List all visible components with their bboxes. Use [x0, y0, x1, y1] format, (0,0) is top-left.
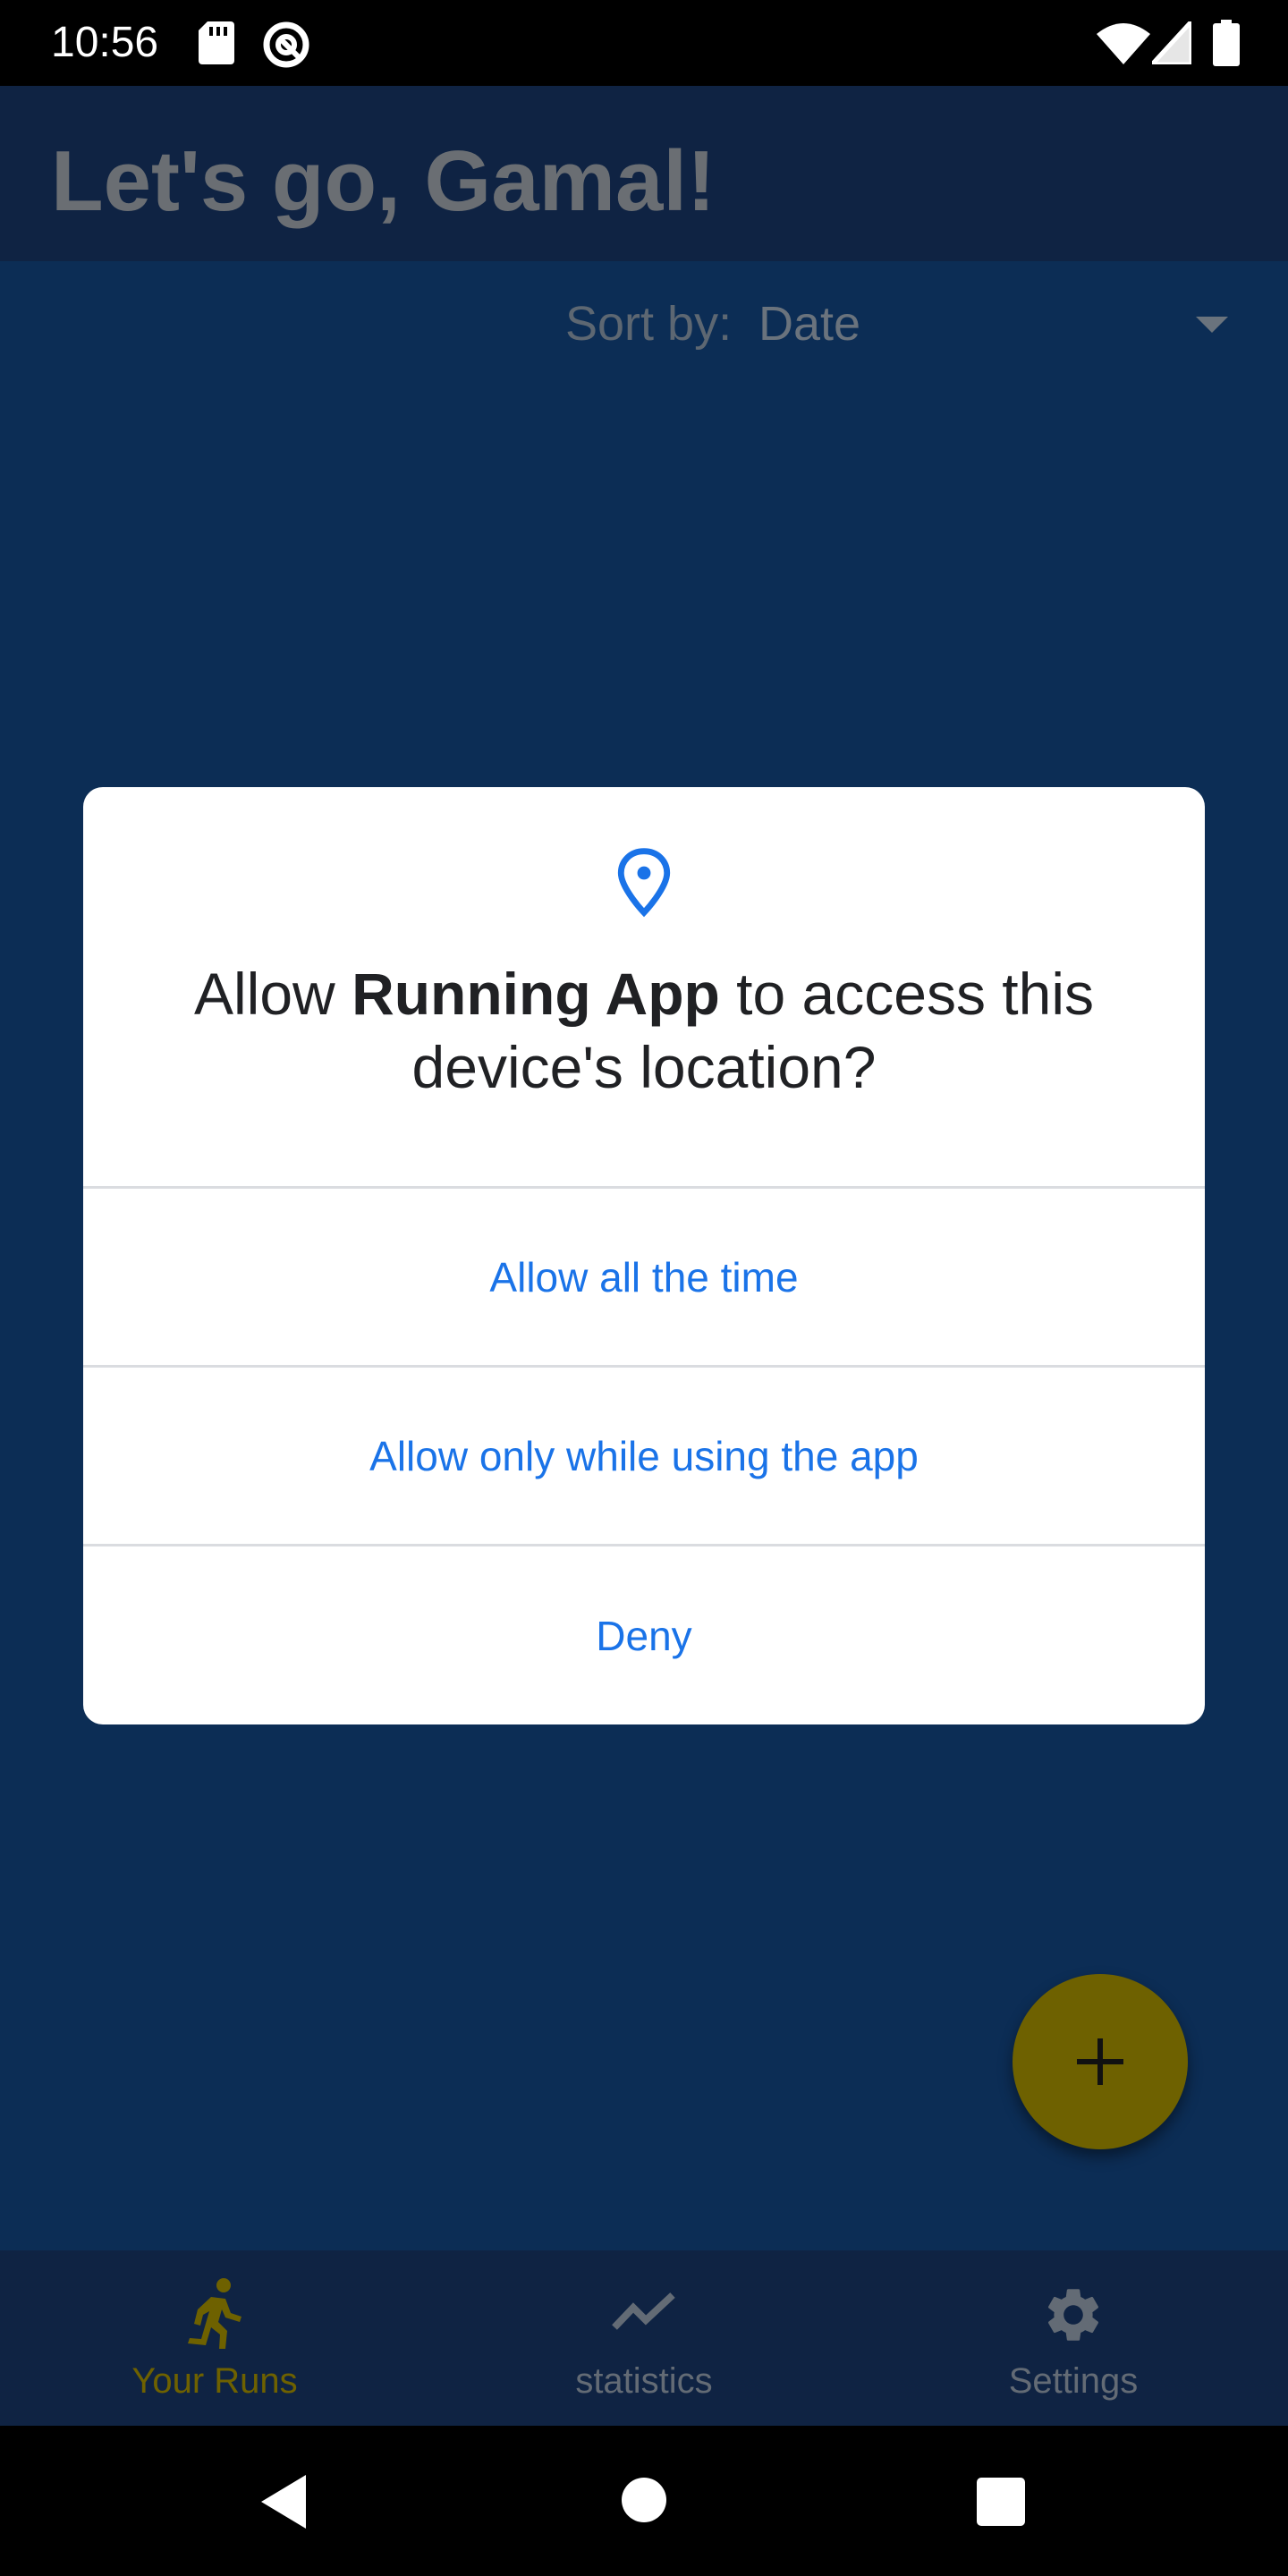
running-person-icon[interactable]: [184, 2277, 243, 2349]
plus-icon-vertical[interactable]: [1097, 2038, 1103, 2085]
nav-statistics[interactable]: statistics: [465, 2360, 823, 2402]
allow-all-the-time-button[interactable]: Allow all the time: [83, 1189, 1205, 1365]
trending-up-icon[interactable]: [612, 2292, 676, 2331]
battery-icon: [1213, 20, 1240, 66]
status-time: 10:56: [51, 19, 159, 66]
deny-button[interactable]: Deny: [83, 1546, 1205, 1724]
signal-icon: [1152, 21, 1191, 64]
gear-icon[interactable]: [1041, 2283, 1106, 2347]
wifi-icon: [1097, 23, 1150, 64]
status-bar: [0, 0, 1288, 86]
dialog-title-app-name: Running App: [352, 961, 720, 1027]
dropdown-arrow-icon[interactable]: [1196, 317, 1228, 333]
allow-while-using-button[interactable]: Allow only while using the app: [83, 1368, 1205, 1544]
dialog-title-prefix: Allow: [194, 961, 352, 1027]
nav-your-runs[interactable]: Your Runs: [36, 2360, 394, 2402]
dialog-title: Allow Running App to access this device'…: [83, 957, 1205, 1104]
home-icon[interactable]: [622, 2478, 666, 2522]
location-pin-icon: [617, 848, 671, 918]
sort-label: Sort by:: [565, 297, 733, 351]
nav-settings[interactable]: Settings: [894, 2360, 1252, 2402]
recents-icon[interactable]: [977, 2478, 1025, 2526]
back-icon[interactable]: [261, 2475, 306, 2529]
sort-dropdown[interactable]: Date: [758, 295, 860, 352]
sd-card-icon: [199, 21, 234, 64]
at-sign-icon: [263, 21, 309, 68]
page-title: Let's go, Gamal!: [51, 133, 716, 229]
